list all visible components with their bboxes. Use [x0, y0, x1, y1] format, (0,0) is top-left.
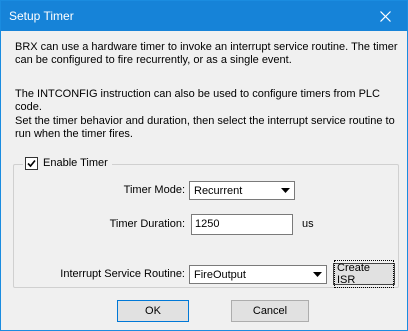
isr-dropdown[interactable]: FireOutput	[189, 265, 327, 284]
title-bar[interactable]: Setup Timer	[1, 1, 407, 31]
timer-mode-dropdown[interactable]: Recurrent	[189, 181, 295, 200]
timer-mode-label: Timer Mode:	[123, 184, 185, 196]
timer-duration-unit: us	[302, 218, 314, 230]
enable-timer-checkbox[interactable]	[25, 156, 38, 170]
checkmark-icon	[27, 159, 36, 167]
timer-duration-field[interactable]	[191, 214, 293, 235]
isr-value: FireOutput	[194, 269, 246, 281]
enable-timer-label: Enable Timer	[43, 157, 108, 169]
enable-timer-checkbox-group[interactable]: Enable Timer	[23, 155, 112, 171]
description-paragraph-2: The INTCONFIG instruction can also be us…	[15, 88, 380, 113]
timer-duration-input[interactable]	[195, 218, 285, 230]
cancel-button[interactable]: Cancel	[231, 300, 309, 322]
description-line: BRX can use a hardware timer to invoke a…	[15, 41, 398, 53]
ok-button[interactable]: OK	[117, 300, 189, 322]
create-isr-label: Create ISR	[334, 260, 394, 288]
timer-duration-label: Timer Duration:	[109, 218, 185, 230]
description-line: Set the timer behavior and duration, the…	[15, 115, 395, 127]
description-paragraph-3: Set the timer behavior and duration, the…	[15, 115, 401, 141]
close-button[interactable]	[363, 1, 407, 31]
description-paragraph-1: BRX can use a hardware timer to invoke a…	[15, 41, 401, 67]
description-line: can be configured to fire recurrently, o…	[15, 54, 292, 66]
create-isr-button[interactable]: Create ISR	[333, 260, 395, 288]
timer-mode-value: Recurrent	[194, 185, 243, 197]
dropdown-arrow-icon[interactable]	[277, 182, 294, 199]
isr-label: Interrupt Service Routine:	[60, 268, 185, 280]
description-line: run when the timer fires.	[15, 128, 133, 140]
setup-timer-dialog: Setup Timer BRX can use a hardware timer…	[0, 0, 408, 331]
dropdown-arrow-icon[interactable]	[309, 266, 326, 283]
close-icon	[379, 10, 391, 22]
window-title: Setup Timer	[9, 9, 74, 23]
